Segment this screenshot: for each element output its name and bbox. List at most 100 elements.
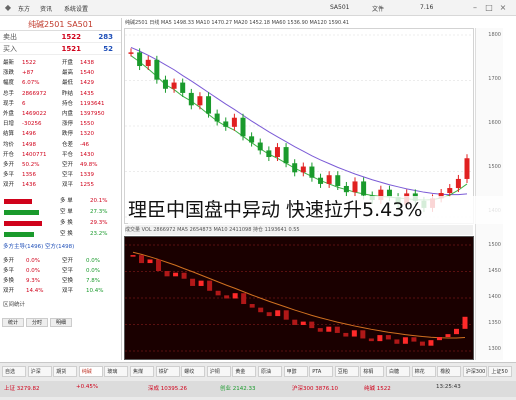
quote-value: +87 xyxy=(22,70,34,77)
quote-value: 1436 xyxy=(22,182,36,189)
dark-candle-bar xyxy=(241,293,247,305)
dark-candle-bar xyxy=(173,272,179,277)
left-tab-timeshare[interactable]: 分时 xyxy=(26,318,48,327)
price-chart-svg xyxy=(125,34,473,218)
market-tab[interactable]: 铁矿 xyxy=(155,366,180,377)
quote-label: 仓差 xyxy=(62,141,74,148)
dark-candle-bar xyxy=(300,321,306,325)
flow-label: 空 换 xyxy=(60,231,73,237)
title-bar: ◆ 东方 资讯 系统设置 SA501 文件 7.16 – □ × xyxy=(0,0,516,16)
quote-value: 1496 xyxy=(22,131,36,138)
flow-row: 空 换 23.2% xyxy=(0,229,121,240)
quote-label: 双开 xyxy=(3,182,15,189)
ratio-label: 多平 xyxy=(3,268,15,274)
title-tab-code[interactable]: SA501 xyxy=(330,4,349,13)
dark-candle-bar xyxy=(207,280,213,291)
axis-bot-label-0: 1500 xyxy=(488,242,501,248)
dark-candle-bar xyxy=(377,335,383,342)
quote-label: 日增 xyxy=(3,121,15,128)
dark-candle-bar xyxy=(130,255,136,257)
axis-top-label-2: 1600 xyxy=(488,120,501,126)
axis-top-label-1: 1700 xyxy=(488,76,501,82)
quote-row: 幅度 6.07% 最低 1429 xyxy=(0,78,121,88)
quote-value: 1255 xyxy=(80,182,94,189)
ratio-label: 空换 xyxy=(62,278,74,284)
price-axis: 1800 1700 1600 1500 1400 1500 1450 1400 … xyxy=(475,28,503,360)
axis-bot-label-3: 1350 xyxy=(488,320,501,326)
quote-label: 最低 xyxy=(62,80,74,87)
ratio-value: 0.0% xyxy=(26,268,40,274)
quote-label: 内盘 xyxy=(62,110,74,117)
quote-label: 涨停 xyxy=(62,121,74,128)
dark-candle-bar xyxy=(292,319,298,325)
dark-candle-bar xyxy=(445,334,451,338)
buy-price: 1521 xyxy=(61,45,81,53)
dark-candle-bar xyxy=(351,330,357,337)
quote-value: 1429 xyxy=(80,80,94,87)
quote-row: 开仓 1400771 平仓 1430 xyxy=(0,150,121,160)
market-tab[interactable]: 纯碱 xyxy=(78,366,103,377)
quote-label: 空开 xyxy=(62,161,74,168)
intraday-chart-svg xyxy=(125,244,473,352)
dark-candle-bar xyxy=(334,326,340,333)
market-tab[interactable]: 橡胶 xyxy=(437,366,462,377)
quote-value: 1469022 xyxy=(22,110,47,117)
market-tab[interactable]: 甲醇 xyxy=(283,366,308,377)
market-tab[interactable]: 沪铜 xyxy=(206,366,231,377)
quote-label: 现手 xyxy=(3,100,15,107)
market-tab[interactable]: 棕榈 xyxy=(360,366,385,377)
minimize-icon[interactable]: – xyxy=(470,3,480,13)
market-tab[interactable]: 白糖 xyxy=(386,366,410,377)
left-tab-stats[interactable]: 统计 xyxy=(2,318,24,327)
dark-candle-bar xyxy=(343,332,349,337)
maximize-icon[interactable]: □ xyxy=(484,3,494,13)
flow-summary: 多方主导(1496) 空方(1498) xyxy=(3,244,75,250)
quote-row: 现手 6 持仓 1193641 xyxy=(0,99,121,109)
quote-value: 1435 xyxy=(80,90,94,97)
market-tab[interactable]: 棉花 xyxy=(411,366,436,377)
quote-value: 6.07% xyxy=(22,80,40,87)
market-tab[interactable]: 玻璃 xyxy=(104,366,129,377)
quote-label: 跌停 xyxy=(62,131,74,138)
market-tab[interactable]: 期货 xyxy=(53,366,78,377)
title-tab-file[interactable]: 文件 xyxy=(372,4,384,13)
market-tab[interactable]: 黄金 xyxy=(232,366,257,377)
market-tab[interactable]: 上证50 xyxy=(488,366,513,377)
market-tab[interactable]: 螺纹 xyxy=(181,366,206,377)
market-tab[interactable]: 自选 xyxy=(2,366,26,377)
title-tab-0[interactable]: 东方 xyxy=(18,4,30,13)
close-icon[interactable]: × xyxy=(498,3,508,13)
market-tab[interactable]: 焦煤 xyxy=(130,366,154,377)
market-tab[interactable]: 豆粕 xyxy=(334,366,359,377)
flow-bar xyxy=(4,221,42,226)
ratio-label: 多开 xyxy=(3,258,15,264)
dark-candle-bar xyxy=(275,310,281,317)
market-tab[interactable]: PTA xyxy=(309,366,334,377)
quote-value: 1400771 xyxy=(22,151,47,158)
ratio-label: 双开 xyxy=(3,288,15,294)
quote-value: 1320 xyxy=(80,131,94,138)
price-chart[interactable] xyxy=(124,28,474,224)
dark-candle-bar xyxy=(249,304,255,308)
title-tab-1[interactable]: 资讯 xyxy=(40,4,52,13)
market-tab[interactable]: 沪深300 xyxy=(462,366,487,377)
quote-label: 最高 xyxy=(62,70,74,77)
quote-value: -30256 xyxy=(22,121,42,128)
left-tab-detail[interactable]: 明细 xyxy=(50,318,72,327)
title-tab-2[interactable]: 系统设置 xyxy=(64,4,88,13)
flow-bar xyxy=(4,232,34,237)
ratio-value: 0.0% xyxy=(86,258,100,264)
status-item: 创业 2142.33 xyxy=(220,386,256,392)
ma-short-line xyxy=(130,55,468,201)
quote-label: 开盘 xyxy=(62,60,74,66)
ratio-row: 多开 0.0% 空开 0.0% xyxy=(0,256,121,266)
flow-row: 多 单 20.1% xyxy=(0,196,121,207)
intraday-chart[interactable] xyxy=(124,236,474,360)
market-tab[interactable]: 原油 xyxy=(258,366,282,377)
flow-label: 多 换 xyxy=(60,220,73,226)
quote-label: 幅度 xyxy=(3,80,15,87)
quote-row: 外盘 1469022 内盘 1397950 xyxy=(0,109,121,119)
status-item: 13:25:43 xyxy=(436,384,461,390)
dark-candle-bar xyxy=(190,278,196,286)
market-tab[interactable]: 沪深 xyxy=(27,366,52,377)
